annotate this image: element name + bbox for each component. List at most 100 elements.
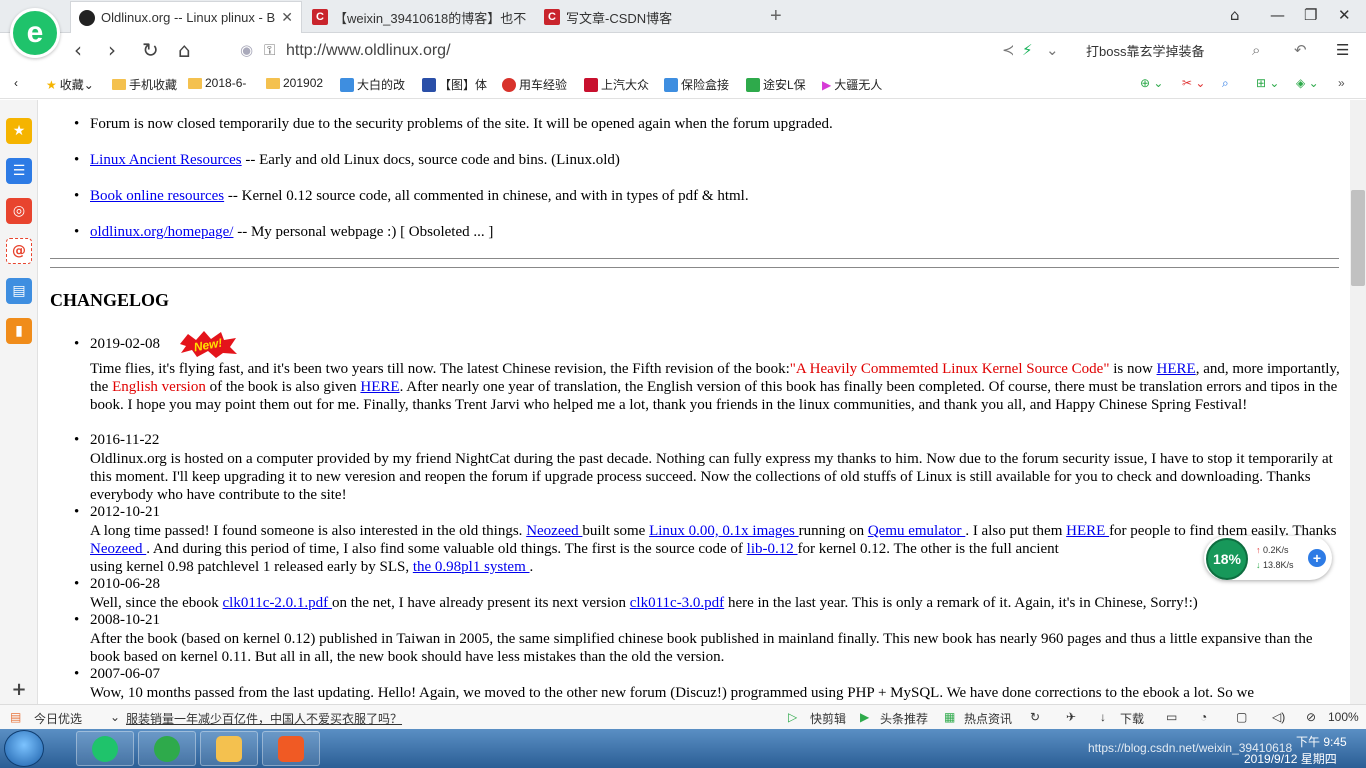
reading-list-icon[interactable]: ☰ <box>6 158 32 184</box>
share-icon[interactable]: ≺ <box>1002 41 1015 59</box>
taskbar-360[interactable] <box>138 731 196 766</box>
changelog-heading: CHANGELOG <box>50 290 170 310</box>
neozeed-link[interactable]: Neozeed <box>526 523 582 539</box>
ancient-resources-link[interactable]: Linux Ancient Resources <box>90 152 242 168</box>
bookmark-favorites[interactable]: ★ 收藏 ⌄ <box>46 76 94 93</box>
collapse-icon[interactable]: ‹ <box>14 76 18 90</box>
sound-icon[interactable]: ◁) <box>1272 710 1285 724</box>
forward-icon[interactable]: › <box>108 38 116 62</box>
window-icon[interactable]: ▢ <box>1236 710 1247 724</box>
bookmark-item[interactable]: 大白的改 <box>340 76 405 93</box>
favorites-star-icon[interactable]: ★ <box>6 118 32 144</box>
clock-time[interactable]: 下午 9:45 <box>1296 733 1347 750</box>
site-icon <box>502 77 516 92</box>
maximize-button[interactable]: ❐ <box>1304 6 1317 24</box>
book-resources-link[interactable]: Book online resources <box>90 188 224 204</box>
bookmark-folder[interactable]: 2018-6- <box>188 76 246 90</box>
search-input[interactable]: 打boss靠玄学掉装备 <box>1078 37 1276 63</box>
neozeed-link[interactable]: Neozeed <box>90 541 146 557</box>
pdf-link[interactable]: clk011c-3.0.pdf <box>630 595 724 611</box>
scissors-icon[interactable]: ✂ ⌄ <box>1182 76 1205 90</box>
undo-icon[interactable]: ↶ <box>1294 41 1307 59</box>
entry-text: using kernel 0.98 patchlevel 1 released … <box>90 559 534 575</box>
tab-weixin-blog[interactable]: C 【weixin_39410618的博客】也不 <box>304 1 534 33</box>
network-speed-widget[interactable]: 18% ↑ 0.2K/s ↓ 13.8K/s + <box>1204 536 1332 580</box>
start-button[interactable] <box>4 730 44 767</box>
bookmark-item[interactable]: 用车经验 <box>502 76 567 93</box>
window-close-button[interactable]: ✕ <box>1338 6 1351 24</box>
csdn-icon: C <box>312 9 328 25</box>
hot-news[interactable]: 热点资讯 <box>964 710 1012 727</box>
here-link[interactable]: HERE <box>1066 523 1109 539</box>
bookmark-item[interactable]: 途安L保 <box>746 76 806 93</box>
more-icon[interactable]: » <box>1338 76 1345 90</box>
system-link[interactable]: the 0.98pl1 system <box>413 559 530 575</box>
tab-strip: Oldlinux.org -- Linux plinux - B ✕ C 【we… <box>0 0 1366 33</box>
pin-icon[interactable]: ✈ <box>1066 710 1076 724</box>
downloads[interactable]: 下载 <box>1120 710 1144 727</box>
bookmark-item[interactable]: ▶ 大疆无人 <box>822 76 882 93</box>
mail-icon[interactable]: @ <box>6 238 32 264</box>
linux-images-link[interactable]: Linux 0.00, 0.1x images <box>649 523 799 539</box>
reader-icon[interactable]: ▭ <box>1166 710 1177 724</box>
close-icon[interactable]: ✕ <box>281 9 293 26</box>
here-link[interactable]: HERE <box>1157 361 1196 377</box>
notes-icon[interactable]: ▤ <box>6 278 32 304</box>
headline-recommend[interactable]: 头条推荐 <box>880 710 928 727</box>
url-field[interactable]: http://www.oldlinux.org/ <box>286 42 451 60</box>
shield-icon[interactable]: ◈ ⌄ <box>1296 76 1319 90</box>
translate-icon[interactable]: ⊕ ⌄ <box>1140 76 1163 90</box>
book-icon[interactable]: ▮ <box>6 318 32 344</box>
site-info-icon[interactable]: ⚿ <box>264 41 275 59</box>
bookmark-item[interactable]: 上汽大众 <box>584 76 649 93</box>
reload-icon[interactable]: ↻ <box>142 38 159 62</box>
add-icon[interactable]: + <box>6 676 32 702</box>
news-ticker[interactable]: 服装销量一年减少百亿件，中国人不爱买衣服了吗？ <box>126 710 402 727</box>
search-icon[interactable]: ⌕ <box>1252 41 1260 59</box>
upload-rate: ↑ 0.2K/s <box>1256 545 1289 555</box>
here-link[interactable]: HERE <box>360 379 399 395</box>
bookmark-item[interactable]: 【图】体 <box>422 76 487 93</box>
minimize-button[interactable]: — <box>1270 6 1285 24</box>
shirt-icon[interactable]: ⌂ <box>1230 6 1240 24</box>
lib-link[interactable]: lib-0.12 <box>747 541 798 557</box>
bookmark-item[interactable]: 保险盒接 <box>664 76 729 93</box>
expand-icon[interactable]: + <box>1308 549 1326 567</box>
tab-oldlinux[interactable]: Oldlinux.org -- Linux plinux - B ✕ <box>70 1 302 33</box>
bookmark-folder[interactable]: 手机收藏 <box>112 76 177 93</box>
new-tab-button[interactable]: + <box>770 5 782 28</box>
browser-logo[interactable]: e <box>10 8 60 58</box>
bookmark-folder[interactable]: 201902 <box>266 76 323 90</box>
today-picks[interactable]: 今日优选 <box>34 710 82 727</box>
tab-title: Oldlinux.org -- Linux plinux - B <box>101 10 276 25</box>
csdn-icon: C <box>544 9 560 25</box>
taskbar-explorer[interactable] <box>200 731 258 766</box>
speed-icon[interactable]: ⚡ <box>1022 41 1033 59</box>
tab-title: 【weixin_39410618的博客】也不 <box>334 10 527 26</box>
zoom-level[interactable]: 100% <box>1328 710 1359 724</box>
entry-date: 2019-02-08 <box>90 336 160 352</box>
back-icon[interactable]: ‹ <box>74 38 82 62</box>
zoom-icon[interactable]: ⊘ <box>1306 710 1316 724</box>
gamepad-icon[interactable]: ⊞ ⌄ <box>1256 76 1279 90</box>
scrollbar-thumb[interactable] <box>1351 190 1365 286</box>
homepage-link[interactable]: oldlinux.org/homepage/ <box>90 224 233 240</box>
quick-clip[interactable]: 快剪辑 <box>810 710 846 727</box>
tab-csdn-write[interactable]: C 写文章-CSDN博客 <box>536 1 762 33</box>
magnifier-icon[interactable]: ⌕ <box>1222 76 1229 91</box>
taskbar-browser[interactable] <box>76 731 134 766</box>
chevron-down-icon[interactable]: ⌄ <box>1046 41 1059 59</box>
browser-icon <box>92 735 118 762</box>
site-icon <box>584 77 598 92</box>
pdf-link[interactable]: clk011c-2.0.1.pdf <box>223 595 332 611</box>
security-icon[interactable]: ◉ <box>240 41 253 59</box>
entry-text: Oldlinux.org is hosted on a computer pro… <box>90 451 1333 503</box>
taskbar-pdf[interactable] <box>262 731 320 766</box>
theme-icon[interactable]: ◔ <box>1200 710 1207 724</box>
refresh-icon[interactable]: ↻ <box>1030 710 1040 724</box>
weibo-icon[interactable]: ◎ <box>6 198 32 224</box>
menu-icon[interactable]: ☰ <box>1336 41 1349 59</box>
clock-date[interactable]: 2019/9/12 星期四 <box>1244 750 1337 767</box>
qemu-link[interactable]: Qemu emulator <box>868 523 965 539</box>
home-icon[interactable]: ⌂ <box>178 38 191 62</box>
